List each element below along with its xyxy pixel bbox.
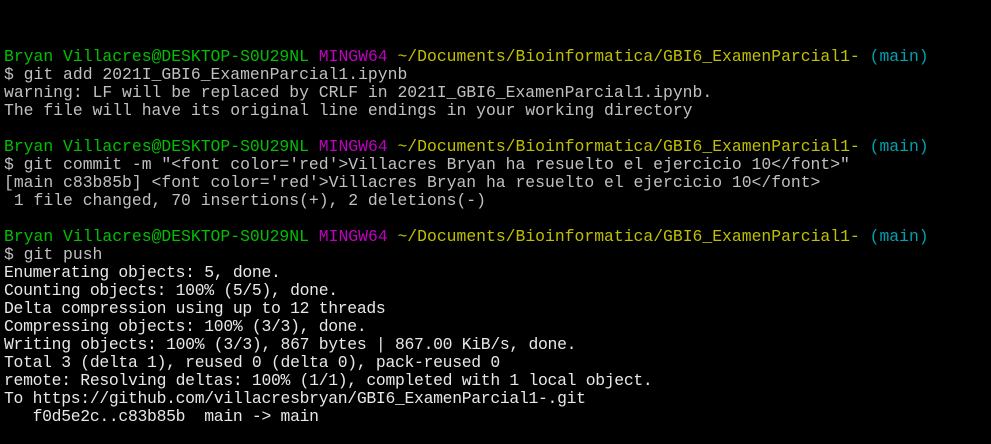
output-line: The file will have its original line end…: [4, 101, 693, 120]
prompt-system: MINGW64: [318, 47, 388, 66]
command-line: $ git add 2021I_GBI6_ExamenParcial1.ipyn…: [4, 65, 408, 84]
output-line: To https://github.com/villacresbryan/GBI…: [4, 389, 586, 408]
terminal-output[interactable]: Bryan Villacres@DESKTOP-S0U29NL MINGW64 …: [4, 12, 929, 444]
output-line: Counting objects: 100% (5/5), done.: [4, 281, 338, 300]
prompt-line: Bryan Villacres@DESKTOP-S0U29NL MINGW64 …: [4, 228, 929, 246]
output-line: Total 3 (delta 1), reused 0 (delta 0), p…: [4, 353, 500, 372]
output-line: warning: LF will be replaced by CRLF in …: [4, 83, 713, 102]
prompt-line: Bryan Villacres@DESKTOP-S0U29NL MINGW64 …: [4, 48, 929, 66]
output-line: Compressing objects: 100% (3/3), done.: [4, 317, 367, 336]
prompt-line: Bryan Villacres@DESKTOP-S0U29NL MINGW64 …: [4, 138, 929, 156]
command-line: $ git commit -m "<font color='red'>Villa…: [4, 155, 850, 174]
prompt-path: ~/Documents/Bioinformatica/GBI6_ExamenPa…: [397, 47, 860, 66]
output-line: [main c83b85b] <font color='red'>Villacr…: [4, 173, 821, 192]
command-line: $ git push: [4, 245, 103, 264]
output-line: 1 file changed, 70 insertions(+), 2 dele…: [4, 191, 486, 210]
output-line: Delta compression using up to 12 threads: [4, 299, 386, 318]
prompt-branch: (main): [869, 227, 929, 246]
prompt-user-host: Bryan Villacres@DESKTOP-S0U29NL: [4, 227, 309, 246]
output-line: remote: Resolving deltas: 100% (1/1), co…: [4, 371, 653, 390]
prompt-path: ~/Documents/Bioinformatica/GBI6_ExamenPa…: [397, 137, 860, 156]
prompt-system: MINGW64: [318, 137, 388, 156]
prompt-branch: (main): [869, 137, 929, 156]
prompt-user-host: Bryan Villacres@DESKTOP-S0U29NL: [4, 137, 309, 156]
output-line: f0d5e2c..c83b85b main -> main: [4, 407, 319, 426]
prompt-user-host: Bryan Villacres@DESKTOP-S0U29NL: [4, 47, 309, 66]
output-line: Enumerating objects: 5, done.: [4, 263, 281, 282]
prompt-path: ~/Documents/Bioinformatica/GBI6_ExamenPa…: [397, 227, 860, 246]
output-line: Writing objects: 100% (3/3), 867 bytes |…: [4, 335, 577, 354]
prompt-branch: (main): [869, 47, 929, 66]
prompt-system: MINGW64: [318, 227, 388, 246]
